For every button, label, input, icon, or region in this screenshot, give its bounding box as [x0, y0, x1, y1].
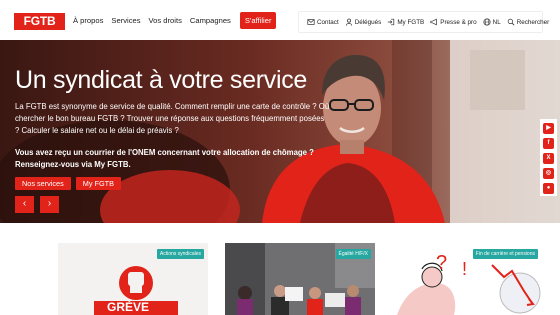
- instagram-icon[interactable]: ◎: [543, 168, 554, 179]
- nos-services-button[interactable]: Nos services: [15, 177, 71, 190]
- search-link[interactable]: Rechercher: [507, 18, 550, 26]
- fgtb-logo[interactable]: FGTB: [14, 13, 65, 30]
- myfgtb-label: My FGTB: [397, 18, 425, 26]
- utility-nav: Contact Délégués My FGTB Presse & pro NL…: [298, 11, 549, 33]
- nav-a-propos[interactable]: À propos: [73, 16, 103, 25]
- presse-link[interactable]: Presse & pro: [430, 18, 477, 26]
- contact-link[interactable]: Contact: [307, 18, 339, 26]
- card-egalite[interactable]: Égalité H/F/X: [225, 243, 375, 315]
- card-tag: Actions syndicales: [156, 249, 204, 259]
- my-fgtb-button[interactable]: My FGTB: [75, 177, 121, 190]
- hero-title: Un syndicat à votre service: [15, 66, 308, 94]
- language-label: NL: [492, 18, 501, 26]
- myfgtb-link[interactable]: My FGTB: [387, 18, 424, 26]
- globe-icon: [483, 18, 491, 26]
- top-header: FGTB À propos Services Vos droits Campag…: [0, 0, 560, 40]
- presse-label: Presse & pro: [440, 18, 477, 26]
- greve-text: GRÈVE: [107, 300, 150, 314]
- main-nav: À propos Services Vos droits Campagnes S…: [73, 0, 284, 40]
- hero-buttons: Nos services My FGTB: [15, 177, 330, 190]
- delegues-link[interactable]: Délégués: [345, 18, 382, 26]
- login-icon: [388, 18, 395, 26]
- card-actions-syndicales[interactable]: GRÈVE Actions syndicales: [58, 243, 208, 315]
- search-label: Rechercher: [516, 18, 550, 26]
- user-icon: [345, 18, 352, 26]
- lemon8-icon[interactable]: ●: [543, 183, 554, 194]
- hero-banner: Un syndicat à votre service La FGTB est …: [0, 40, 560, 223]
- contact-label: Contact: [317, 18, 339, 26]
- carousel-controls: ‹ ›: [15, 196, 59, 213]
- carousel-prev-button[interactable]: ‹: [15, 196, 34, 213]
- hero-description: La FGTB est synonyme de service de quali…: [15, 102, 330, 135]
- nav-vos-droits[interactable]: Vos droits: [149, 16, 182, 25]
- language-switch[interactable]: NL: [483, 18, 501, 26]
- svg-text:!: !: [462, 259, 467, 279]
- hero-cta-text: Vous avez reçu un courrier de l'ONEM con…: [15, 148, 314, 169]
- card-fin-de-carriere[interactable]: ? ! Fin de carrière et pensions: [392, 243, 542, 315]
- facebook-icon[interactable]: f: [543, 138, 554, 149]
- hero-content: Un syndicat à votre service La FGTB est …: [15, 65, 330, 190]
- nav-services[interactable]: Services: [111, 16, 140, 25]
- delegues-label: Délégués: [354, 18, 382, 26]
- search-icon: [507, 18, 515, 26]
- carousel-next-button[interactable]: ›: [40, 196, 59, 213]
- youtube-icon[interactable]: ▶: [543, 123, 554, 134]
- nav-campagnes[interactable]: Campagnes: [190, 16, 231, 25]
- mail-icon: [307, 19, 315, 25]
- news-cards: GRÈVE Actions syndicales Égalité H/F/X ?: [0, 223, 560, 315]
- svg-text:?: ?: [436, 252, 447, 274]
- social-sidebar: ▶ f X ◎ ●: [540, 119, 557, 196]
- card-tag: Fin de carrière et pensions: [472, 249, 538, 259]
- card-tag: Égalité H/F/X: [335, 249, 371, 259]
- megaphone-icon: [430, 18, 438, 26]
- x-icon[interactable]: X: [543, 153, 554, 164]
- affilier-button[interactable]: S'affilier: [239, 11, 277, 29]
